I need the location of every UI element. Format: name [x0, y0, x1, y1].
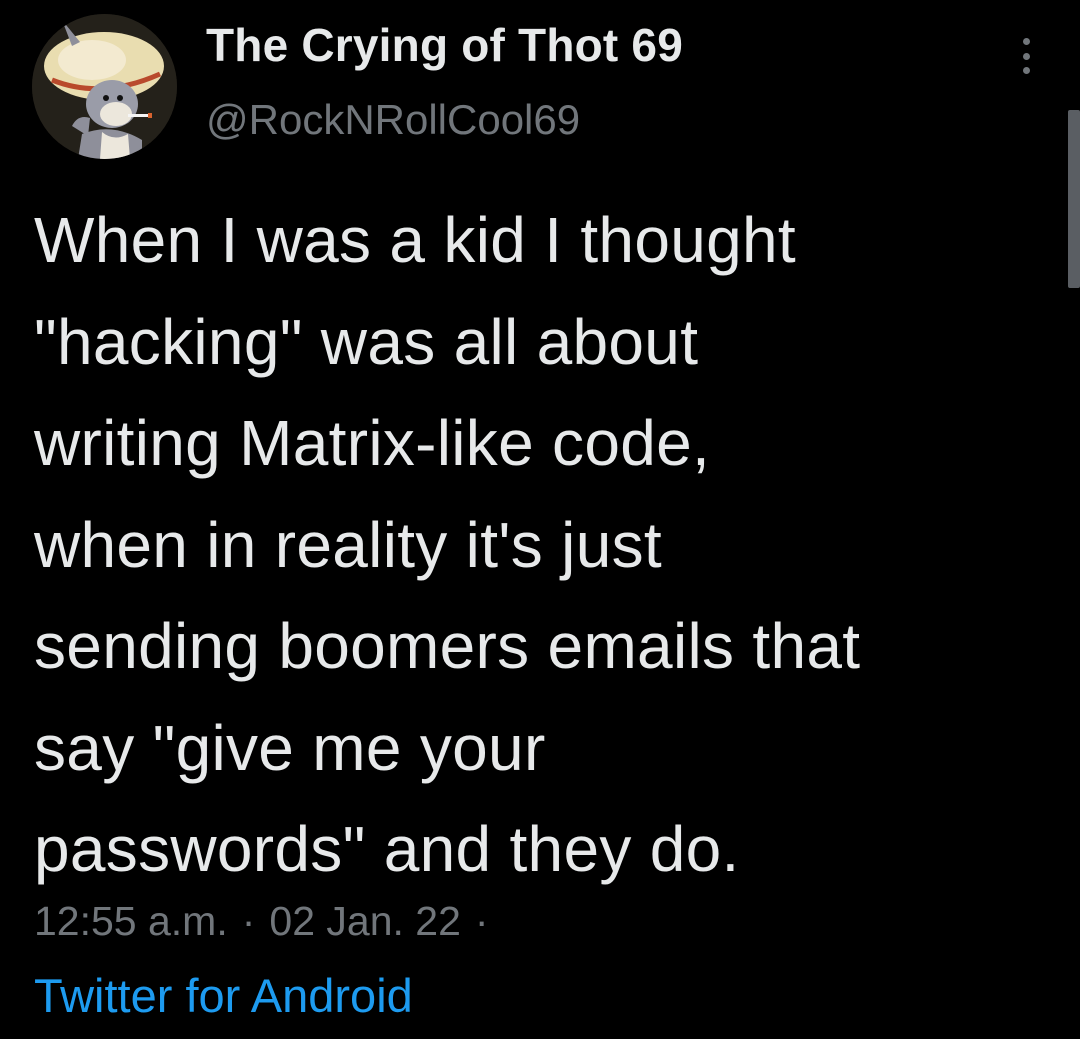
- tweet-timestamp[interactable]: 12:55 a.m. · 02 Jan. 22 ·: [34, 898, 503, 945]
- bugs-bunny-avatar-icon: [32, 14, 177, 159]
- more-vertical-icon: [1022, 67, 1030, 74]
- tweet-detail: The Crying of Thot 69 @RockNRollCool69 W…: [0, 0, 1080, 1039]
- tweet-text: When I was a kid I thought "hacking" was…: [34, 204, 861, 885]
- author-display-name[interactable]: The Crying of Thot 69: [206, 18, 683, 72]
- scrollbar[interactable]: [1068, 110, 1080, 288]
- more-vertical-icon: [1022, 38, 1030, 45]
- tweet-time: 12:55 a.m.: [34, 898, 228, 944]
- separator: ·: [241, 898, 256, 944]
- separator: ·: [474, 898, 489, 944]
- author-handle[interactable]: @RockNRollCool69: [206, 96, 580, 144]
- tweet-source-link[interactable]: Twitter for Android: [34, 968, 413, 1023]
- more-vertical-icon: [1022, 52, 1030, 60]
- tweet-date: 02 Jan. 22: [269, 898, 461, 944]
- avatar[interactable]: [32, 14, 177, 159]
- more-options-button[interactable]: [1008, 34, 1044, 78]
